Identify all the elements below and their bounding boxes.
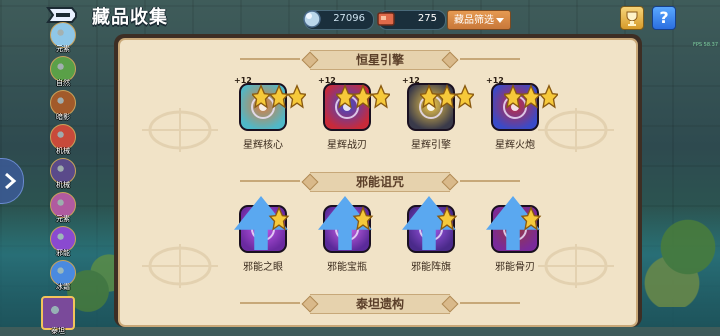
- section-title: 恒星引擎: [355, 53, 404, 67]
- item-icon-wrap: +12: [234, 76, 306, 134]
- sidebar-category-6[interactable]: 邪能: [49, 226, 77, 258]
- item-name: 邪能宝瓶: [327, 262, 367, 273]
- star-rating-icon: [336, 84, 390, 109]
- achievement-button[interactable]: [620, 6, 644, 30]
- chevron-down-icon: [496, 18, 504, 23]
- collection-item[interactable]: +12 星辉战刃: [312, 76, 390, 151]
- star-rating-icon: [520, 206, 542, 231]
- item-name: 邪能骨刃: [495, 262, 535, 273]
- collection-filter-button[interactable]: 藏品筛选: [447, 10, 511, 30]
- filter-label: 藏品筛选: [454, 15, 494, 26]
- item-icon-wrap: [486, 196, 542, 256]
- star-rating-icon: [504, 84, 558, 109]
- sidebar-category-3[interactable]: 机械: [49, 124, 77, 156]
- chevron-right-icon: [5, 172, 17, 190]
- item-name: 星辉战刃: [327, 140, 367, 151]
- category-label: 泰坦: [51, 327, 65, 335]
- category-label: 机械: [56, 147, 70, 155]
- category-label: 自然: [56, 79, 70, 87]
- section-title: 泰坦遗构: [355, 297, 404, 311]
- star-rating-icon: [436, 206, 458, 231]
- item-icon-wrap: +12: [486, 76, 558, 134]
- category-label: 机械: [56, 181, 70, 189]
- star-rating-icon: [420, 84, 474, 109]
- item-level: +12: [486, 76, 504, 85]
- section-header: 邪能诅咒: [240, 170, 520, 192]
- category-label: 元素: [56, 45, 70, 53]
- item-name: 邪能阵旗: [411, 262, 451, 273]
- item-name: 星辉火炮: [495, 140, 535, 151]
- collection-item[interactable]: +12 星辉引擎: [396, 76, 474, 151]
- item-level: +12: [234, 76, 252, 85]
- item-icon-wrap: [234, 196, 290, 256]
- page-title: 藏品收集: [92, 7, 168, 28]
- star-rating-icon: [252, 84, 306, 109]
- ore-icon: [377, 12, 395, 26]
- trophy-icon: [626, 11, 638, 26]
- sidebar-category-8[interactable]: 泰坦: [41, 296, 75, 336]
- gem-counter: 27096: [303, 10, 374, 30]
- sidebar-category-2[interactable]: 暗影: [49, 90, 77, 122]
- ornament-left: [132, 100, 228, 160]
- ore-counter: 275: [377, 10, 446, 30]
- ore-value: 275: [417, 13, 437, 24]
- item-name: 星辉引擎: [411, 140, 451, 151]
- category-label: 暗影: [56, 113, 70, 121]
- collection-panel: 恒星引擎 +12 星辉核心 +12 星辉战刃 +12 星辉引擎 +12 星辉火炮邪能诅咒邪能之眼…: [114, 34, 642, 327]
- category-label: 元素: [56, 215, 70, 223]
- gem-icon: [303, 10, 321, 28]
- collection-item[interactable]: 邪能阵旗: [396, 196, 466, 273]
- star-rating-icon: [352, 206, 374, 231]
- item-level: +12: [318, 76, 336, 85]
- category-label: 冰霜: [56, 283, 70, 291]
- collection-item[interactable]: 邪能骨刃: [480, 196, 550, 273]
- item-icon-wrap: +12: [402, 76, 474, 134]
- help-button[interactable]: ?: [652, 6, 676, 30]
- category-icon: [41, 296, 75, 330]
- background-foliage-right: [640, 187, 720, 307]
- star-rating-icon: [268, 206, 290, 231]
- section-header: 泰坦遗构: [240, 292, 520, 314]
- fps-readout: FPS 58.37: [693, 42, 718, 48]
- collection-item[interactable]: 邪能宝瓶: [312, 196, 382, 273]
- item-name: 星辉核心: [243, 140, 283, 151]
- item-icon-wrap: +12: [318, 76, 390, 134]
- section-title: 邪能诅咒: [355, 175, 404, 189]
- sidebar-category-7[interactable]: 冰霜: [49, 260, 77, 292]
- section-header: 恒星引擎: [240, 48, 520, 70]
- sidebar-category-0[interactable]: 元素: [49, 22, 77, 54]
- collection-panel-inner: 恒星引擎 +12 星辉核心 +12 星辉战刃 +12 星辉引擎 +12 星辉火炮邪能诅咒邪能之眼…: [118, 38, 638, 327]
- sidebar-category-5[interactable]: 元素: [49, 192, 77, 224]
- collection-item[interactable]: +12 星辉核心: [228, 76, 306, 151]
- gem-value: 27096: [333, 13, 365, 24]
- category-label: 邪能: [56, 249, 70, 257]
- ornament-left-lower: [132, 236, 228, 296]
- item-name: 邪能之眼: [243, 262, 283, 273]
- sidebar-category-1[interactable]: 自然: [49, 56, 77, 88]
- item-icon-wrap: [318, 196, 374, 256]
- collection-item[interactable]: +12 星辉火炮: [480, 76, 558, 151]
- sidebar-category-4[interactable]: 机械: [49, 158, 77, 190]
- collection-item[interactable]: 邪能之眼: [228, 196, 298, 273]
- item-level: +12: [402, 76, 420, 85]
- item-icon-wrap: [402, 196, 458, 256]
